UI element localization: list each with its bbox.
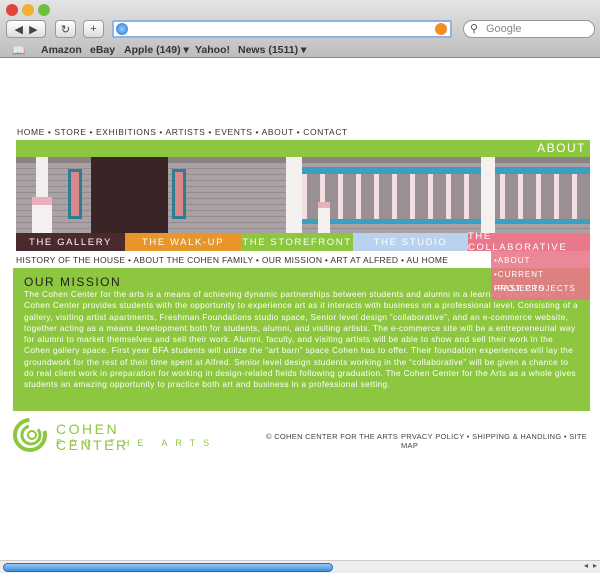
reload-icon: ↻	[60, 23, 71, 36]
tab-the-walk-up[interactable]: THE WALK-UP	[125, 233, 241, 251]
back-forward-button[interactable]: ◀ ▶	[6, 20, 46, 38]
menu-item-current-projects[interactable]: •CURRENT PROJECTS	[491, 268, 590, 293]
section-title: ABOUT	[537, 141, 586, 155]
search-placeholder: Google	[486, 23, 522, 35]
bookmark-yahoo[interactable]: Yahoo!	[195, 44, 230, 56]
scroll-left-icon[interactable]: ◂	[584, 561, 588, 570]
cohen-swirl-logo-icon	[13, 418, 47, 452]
back-arrow-icon[interactable]: ◀	[14, 23, 22, 36]
logo-line-1: COHEN CENTER	[56, 421, 129, 453]
bookmarks-book-icon[interactable]: 📖	[12, 44, 25, 57]
close-window-icon[interactable]	[6, 4, 18, 16]
hero-image-porch	[16, 157, 590, 233]
menu-item-past-projects[interactable]: •PAST PROJECTS	[491, 282, 590, 296]
menu-item-about[interactable]: •ABOUT	[491, 254, 590, 268]
tab-the-storefront[interactable]: THE STOREFRONT	[241, 233, 353, 251]
collaborative-dropdown-menu: •ABOUT •CURRENT PROJECTS •PAST PROJECTS	[491, 251, 590, 300]
copyright: © COHEN CENTER FOR THE ARTS	[266, 432, 399, 441]
url-field[interactable]	[112, 20, 452, 38]
browser-toolbar: ◀ ▶ ↻ + ⚲ Google 📖 Amazon eBay Apple (149…	[0, 0, 600, 58]
footer-links[interactable]: PRVACY POLICY • SHIPPING & HANDLING • SI…	[401, 432, 600, 450]
scroll-right-icon[interactable]: ▸	[593, 561, 597, 570]
bookmark-amazon[interactable]: Amazon	[41, 44, 82, 56]
mission-body: The Cohen Center for the arts is a means…	[24, 289, 579, 390]
rss-icon[interactable]	[435, 23, 447, 35]
globe-icon	[116, 23, 128, 35]
top-navigation[interactable]: HOME • STORE • EXHIBITIONS • ARTISTS • E…	[17, 127, 348, 137]
section-header: ABOUT	[16, 140, 590, 157]
forward-arrow-icon[interactable]: ▶	[29, 23, 37, 36]
horizontal-scrollbar[interactable]: ◂ ▸	[0, 560, 600, 573]
tab-the-collaborative[interactable]: THE COLLABORATIVE	[468, 231, 590, 253]
minimize-window-icon[interactable]	[22, 4, 34, 16]
bookmark-ebay[interactable]: eBay	[90, 44, 115, 56]
plus-icon: +	[90, 23, 97, 35]
tab-the-gallery[interactable]: THE GALLERY	[16, 233, 125, 251]
sub-navigation[interactable]: HISTORY OF THE HOUSE • ABOUT THE COHEN F…	[16, 255, 448, 265]
scrollbar-thumb[interactable]	[3, 563, 333, 572]
tab-the-studio[interactable]: THE STUDIO	[353, 233, 468, 251]
add-bookmark-button[interactable]: +	[83, 20, 104, 38]
logo-line-2: FOR THE ARTS	[56, 438, 218, 448]
cohen-logo[interactable]: COHEN CENTER FOR THE ARTS	[12, 417, 209, 453]
reload-button[interactable]: ↻	[55, 20, 76, 38]
zoom-window-icon[interactable]	[38, 4, 50, 16]
search-field[interactable]: ⚲ Google	[463, 20, 595, 38]
search-icon: ⚲	[470, 23, 479, 35]
section-tabs: THE GALLERY THE WALK-UP THE STOREFRONT T…	[16, 231, 590, 253]
bookmark-news[interactable]: News (1511) ▾	[238, 44, 306, 56]
bookmark-apple[interactable]: Apple (149) ▾	[124, 44, 189, 56]
